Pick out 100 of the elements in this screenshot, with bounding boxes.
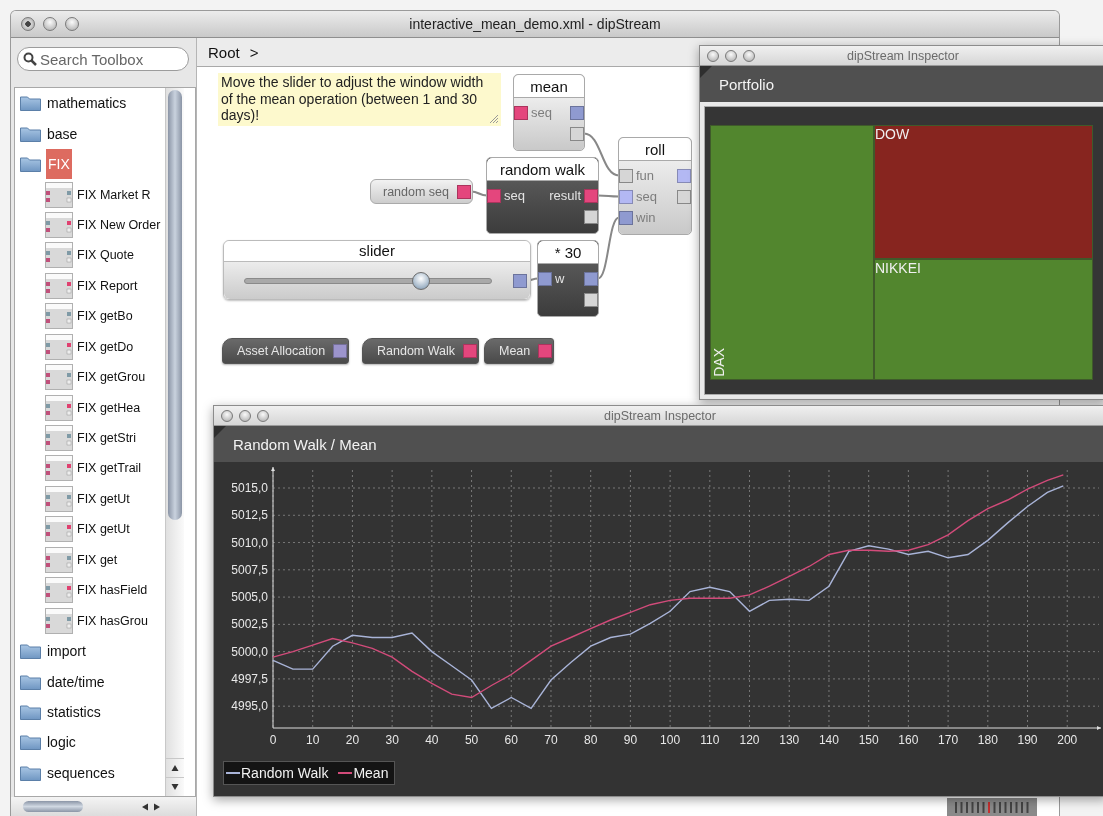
port-square[interactable]	[584, 292, 598, 307]
block-thumbnail-icon	[45, 577, 73, 604]
port-label: seq	[636, 189, 658, 204]
note-text: Move the slider to adjust the window width of the mean operation (between 1 and 30 days)!	[221, 74, 485, 124]
slider-thumb[interactable]	[411, 271, 430, 290]
window-title: dipStream Inspector	[604, 408, 716, 423]
window-button[interactable]	[725, 49, 737, 62]
folder-item[interactable]: import	[46, 641, 87, 662]
toolbox-block-item[interactable]: FIX get	[77, 552, 118, 567]
source-node[interactable]: random seq	[370, 179, 473, 204]
block-thumbnail-icon	[45, 516, 73, 543]
toolbox-block-item[interactable]: FIX getUt	[77, 491, 130, 506]
window-button[interactable]	[257, 409, 269, 422]
port-square[interactable]	[619, 168, 633, 183]
port-label: fun	[636, 168, 656, 183]
tick-label: 190	[1017, 733, 1038, 747]
toolbox-block-item[interactable]: FIX hasField	[77, 583, 148, 598]
tick-label: 140	[818, 733, 839, 747]
scroll-down-icon[interactable]	[171, 783, 179, 791]
block-node[interactable]: * 30 w	[537, 240, 599, 317]
folder-item[interactable]: date/time	[46, 671, 106, 692]
tick-label: 0	[269, 733, 277, 747]
slider-node[interactable]: slider	[223, 240, 531, 300]
resize-grip-icon[interactable]	[488, 113, 498, 123]
toolbox-block-item[interactable]: FIX hasGrou	[77, 613, 148, 628]
tick-label: 20	[345, 733, 360, 747]
block-title: mean	[514, 75, 584, 98]
tick-label: 60	[504, 733, 518, 747]
connector-line	[583, 132, 620, 177]
cell-label: DAX	[711, 348, 727, 377]
tick-label: 90	[623, 733, 638, 747]
folder-item[interactable]: statistics	[46, 701, 102, 722]
tick-label: 80	[584, 733, 598, 747]
toolbox-block-item[interactable]: FIX getHea	[77, 400, 141, 415]
block-thumbnail-icon	[45, 333, 73, 360]
window-button[interactable]	[707, 49, 719, 62]
cell-label: DOW	[875, 126, 910, 142]
scroll-up-icon[interactable]	[171, 764, 179, 772]
block-thumbnail-icon	[45, 181, 73, 208]
window-button[interactable]	[239, 409, 251, 422]
tick-label: 70	[544, 733, 558, 747]
tick-label: 10	[306, 733, 320, 747]
port-label: seq	[504, 188, 526, 203]
toolbox-block-item[interactable]: FIX New Order	[77, 217, 161, 232]
output-button[interactable]: Random Walk	[362, 338, 480, 364]
block-thumbnail-icon	[45, 455, 73, 482]
window-title: dipStream Inspector	[847, 48, 959, 63]
toolbox-block-item[interactable]: FIX getBo	[77, 309, 133, 324]
folder-icon	[20, 125, 41, 142]
port-label: seq	[531, 105, 553, 120]
tick-label: 40	[425, 733, 439, 747]
folder-item[interactable]: base	[46, 123, 79, 144]
output-button[interactable]: Asset Allocation	[222, 338, 350, 364]
tick-label: 4997,5	[231, 671, 268, 686]
breadcrumb-item[interactable]: Root	[208, 43, 240, 61]
folder-item[interactable]: sequences	[46, 762, 116, 783]
port-label: result	[549, 188, 581, 203]
toolbox-block-item[interactable]: FIX Quote	[77, 248, 134, 263]
tick-label: 170	[938, 733, 959, 747]
window-button[interactable]	[21, 17, 35, 31]
folder-item[interactable]: logic	[46, 732, 77, 753]
block-node[interactable]: roll fun seq win	[618, 137, 692, 235]
port-square[interactable]	[677, 189, 691, 204]
block-node[interactable]: random walk seq result	[486, 157, 599, 234]
folder-item[interactable]: mathematics	[46, 93, 128, 114]
slider-track[interactable]	[244, 271, 492, 290]
tick-label: 5007,5	[231, 562, 268, 577]
scroll-right-icon[interactable]	[153, 802, 161, 811]
window-button[interactable]	[743, 49, 755, 62]
toolbox-block-item[interactable]: FIX Report	[77, 278, 138, 293]
port-square[interactable]	[584, 209, 598, 224]
block-thumbnail-icon	[45, 303, 73, 330]
panel-title: Portfolio	[719, 75, 775, 93]
window-button[interactable]	[65, 17, 79, 31]
tick-label: 50	[464, 733, 479, 747]
tick-label: 100	[660, 733, 681, 747]
panel-title: Random Walk / Mean	[233, 435, 377, 453]
window-button[interactable]	[221, 409, 233, 422]
corner-icon	[214, 426, 226, 438]
tick-label: 110	[700, 733, 720, 747]
tick-label: 160	[898, 733, 919, 747]
tick-label: 4995,0	[231, 699, 268, 714]
scrollbar-thumb[interactable]	[168, 90, 182, 520]
toolbox-block-item[interactable]: FIX Market R	[77, 187, 151, 202]
block-title: roll	[619, 138, 691, 161]
tick-label: 30	[385, 733, 399, 747]
toolbox-block-item[interactable]: FIX getTrail	[77, 461, 142, 476]
legend-label: Random Walk	[241, 765, 329, 781]
toolbox-block-item[interactable]: FIX getUt	[77, 522, 130, 537]
scroll-left-icon[interactable]	[141, 802, 149, 811]
window-button[interactable]	[43, 17, 57, 31]
search-field[interactable]: Search Toolbox	[17, 47, 189, 71]
output-button[interactable]: Mean	[484, 338, 555, 364]
toolbox-block-item[interactable]: FIX getStri	[77, 431, 137, 446]
toolbox-block-item[interactable]: FIX getDo	[77, 339, 134, 354]
legend-label: Mean	[353, 765, 389, 781]
scrollbar-thumb[interactable]	[23, 801, 83, 812]
toolbox-block-item[interactable]: FIX getGrou	[77, 370, 146, 385]
block-thumbnail-icon	[45, 394, 73, 421]
tick-label: 200	[1057, 733, 1078, 747]
